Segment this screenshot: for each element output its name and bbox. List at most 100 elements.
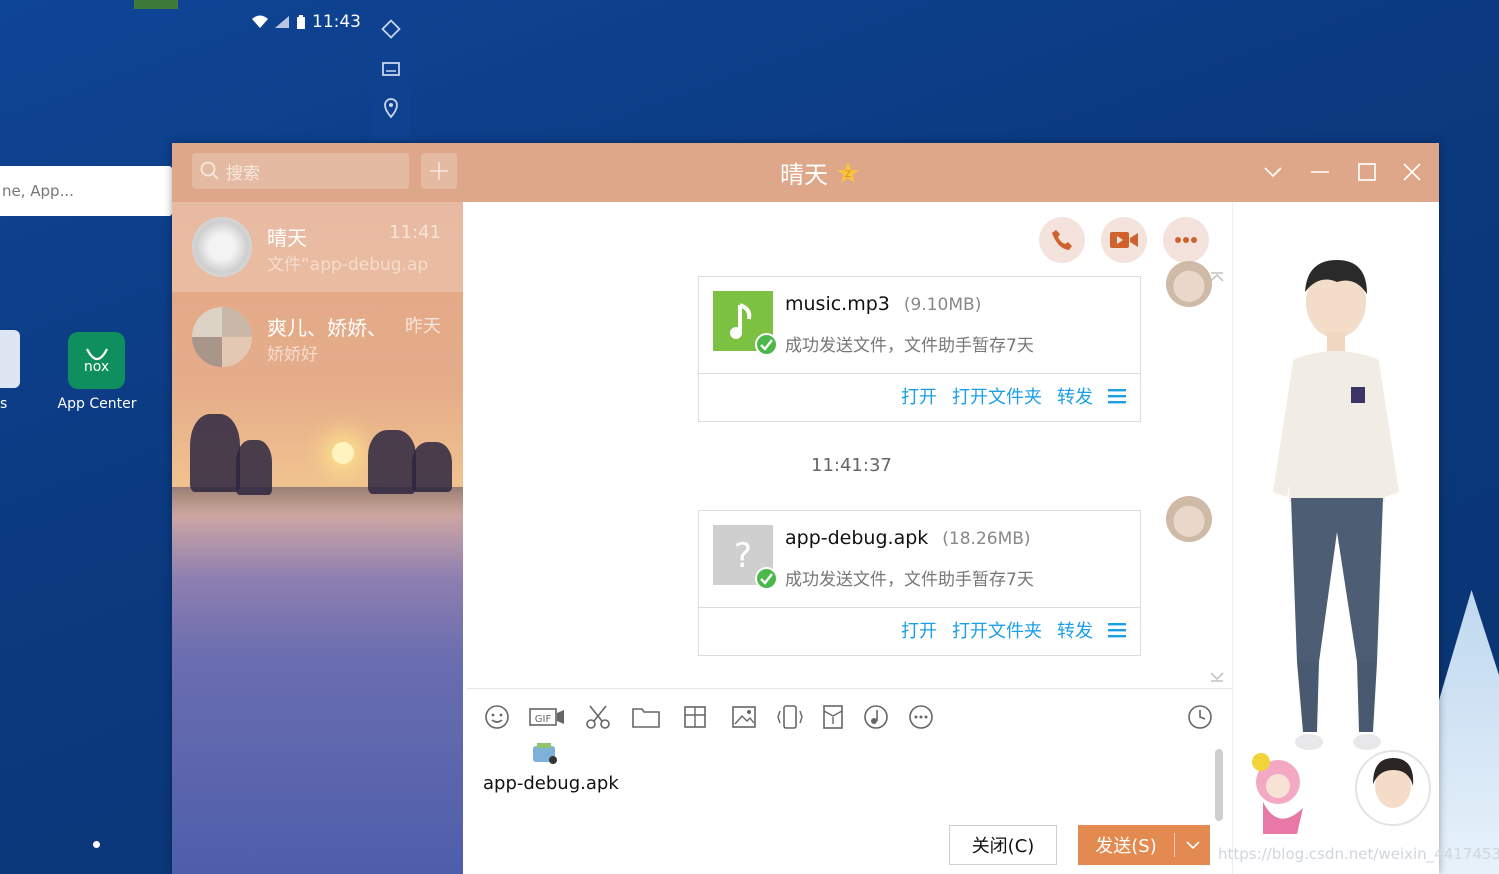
sent-check-icon — [755, 567, 778, 590]
voice-call-button[interactable] — [1039, 217, 1085, 263]
open-folder-link[interactable]: 打开文件夹 — [952, 383, 1042, 409]
open-file-link[interactable]: 打开 — [901, 383, 937, 409]
image-icon[interactable] — [730, 703, 758, 731]
desktop-search-bar[interactable]: ne, App... — [0, 166, 172, 216]
close-button[interactable]: 关闭(C) — [949, 825, 1057, 865]
history-clock-icon[interactable] — [1186, 703, 1214, 731]
app-center-icon[interactable]: nox — [68, 332, 125, 389]
sender-avatar[interactable] — [1166, 496, 1212, 542]
maximize-button[interactable] — [1354, 159, 1380, 185]
conversation-item-group[interactable]: 爽儿、娇娇、 昨天 娇娇好 — [172, 292, 463, 382]
title-bar: 搜索 晴天 Z — [172, 143, 1439, 202]
apk-file-icon[interactable] — [531, 742, 559, 766]
svg-text:Z: Z — [845, 170, 851, 180]
location-icon[interactable] — [380, 97, 402, 119]
chevron-down-icon — [1264, 167, 1282, 178]
chevron-down-icon — [1185, 840, 1200, 849]
gif-icon[interactable]: GIF — [529, 703, 565, 731]
open-file-link[interactable]: 打开 — [901, 617, 937, 643]
document-icon[interactable] — [681, 703, 709, 731]
rotate-icon[interactable] — [380, 18, 402, 40]
scroll-down-icon[interactable] — [1210, 672, 1224, 682]
file-status: 成功发送文件，文件助手暂存7天 — [785, 570, 1034, 590]
desktop-green-strip — [134, 0, 178, 9]
page-indicator-dot — [93, 841, 100, 848]
send-button[interactable]: 发送(S) — [1078, 825, 1210, 865]
composer-scrollbar[interactable] — [1215, 749, 1223, 821]
battery-icon — [297, 14, 305, 29]
wallpaper-tree — [368, 430, 416, 494]
file-message-card: music.mp3 (9.10MB) 成功发送文件，文件助手暂存7天 打开 打开文… — [698, 276, 1141, 422]
app-center-label: App Center — [57, 396, 137, 412]
file-message-card: ? app-debug.apk (18.26MB) 成功发送文件，文件助手暂存7天… — [698, 510, 1141, 656]
file-actions: 打开 打开文件夹 转发 — [901, 383, 1126, 409]
music-note-icon[interactable] — [862, 703, 890, 731]
close-window-button[interactable] — [1399, 159, 1425, 185]
forward-link[interactable]: 转发 — [1057, 383, 1093, 409]
menu-icon[interactable] — [1108, 622, 1126, 638]
file-actions: 打开 打开文件夹 转发 — [901, 617, 1126, 643]
sent-check-icon — [755, 333, 778, 356]
message-area: music.mp3 (9.10MB) 成功发送文件，文件助手暂存7天 打开 打开文… — [463, 202, 1232, 688]
file-size: (9.10MB) — [903, 295, 982, 315]
send-options-button[interactable] — [1175, 840, 1210, 850]
more-dots-icon — [1175, 237, 1197, 243]
file-name-text: music.mp3 — [785, 293, 890, 315]
minimize-icon — [1311, 171, 1329, 173]
avatar — [192, 217, 252, 277]
csdn-watermark: https://blog.csdn.net/weixin_44174536 — [1218, 845, 1499, 863]
message-composer: GIF app-debug.apk 关闭(C) 发送(S) — [467, 688, 1232, 874]
attachment-name[interactable]: app-debug.apk — [483, 773, 619, 794]
partial-app-label: s — [0, 396, 8, 412]
more-button[interactable] — [1163, 217, 1209, 263]
screenshot-scissors-icon[interactable] — [584, 703, 612, 731]
folder-icon[interactable] — [631, 703, 661, 731]
emoji-icon[interactable] — [483, 703, 511, 731]
open-folder-link[interactable]: 打开文件夹 — [952, 617, 1042, 643]
menu-icon[interactable] — [1108, 388, 1126, 404]
search-icon — [200, 161, 219, 180]
plus-icon — [430, 162, 448, 180]
keyboard-icon[interactable] — [380, 58, 402, 80]
sender-avatar[interactable] — [1166, 261, 1212, 307]
video-call-button[interactable] — [1101, 217, 1147, 263]
minimize-button[interactable] — [1307, 159, 1333, 185]
send-label[interactable]: 发送(S) — [1078, 832, 1174, 858]
more-options-icon[interactable] — [907, 703, 935, 731]
video-camera-icon — [1110, 232, 1138, 248]
message-timestamp: 11:41:37 — [811, 455, 892, 476]
maximize-icon — [1358, 163, 1376, 181]
file-name: music.mp3 (9.10MB) — [785, 293, 981, 315]
file-name: app-debug.apk (18.26MB) — [785, 527, 1031, 549]
vip-star-icon: Z — [837, 161, 859, 183]
qq-show-avatar-figure[interactable] — [1233, 202, 1439, 874]
svg-text:GIF: GIF — [535, 714, 552, 725]
close-icon — [1403, 163, 1421, 181]
file-status: 成功发送文件，文件助手暂存7天 — [785, 336, 1034, 356]
wallpaper-tree — [190, 414, 240, 492]
nox-logo-text: nox — [83, 358, 110, 375]
wifi-icon — [252, 15, 268, 28]
conversation-item-qingtian[interactable]: 晴天 11:41 文件“app-debug.ap — [172, 202, 463, 292]
contact-search-input[interactable]: 搜索 — [192, 153, 409, 189]
qq-show-panel — [1232, 202, 1439, 874]
shake-icon[interactable] — [776, 703, 804, 731]
forward-link[interactable]: 转发 — [1057, 617, 1093, 643]
wallpaper-tree — [412, 442, 452, 492]
scroll-up-icon[interactable] — [1210, 272, 1224, 282]
android-status-bar: 11:43 — [252, 12, 361, 32]
red-packet-icon[interactable] — [819, 703, 847, 731]
wallpaper-tree — [236, 440, 272, 495]
group-avatar — [192, 307, 252, 367]
conversation-preview: 文件“app-debug.ap — [267, 255, 429, 275]
svg-text:?: ? — [734, 536, 752, 576]
add-button[interactable] — [421, 153, 457, 189]
partial-app-icon[interactable] — [0, 330, 20, 388]
file-info: ? app-debug.apk (18.26MB) 成功发送文件，文件助手暂存7天 — [699, 511, 1140, 608]
dropdown-button[interactable] — [1260, 159, 1286, 185]
conversation-name: 晴天 — [267, 226, 307, 250]
wallpaper-sun — [332, 442, 354, 464]
status-time: 11:43 — [312, 12, 361, 32]
chat-title-text: 晴天 — [780, 161, 828, 189]
conversation-name: 爽儿、娇娇、 — [267, 316, 387, 340]
